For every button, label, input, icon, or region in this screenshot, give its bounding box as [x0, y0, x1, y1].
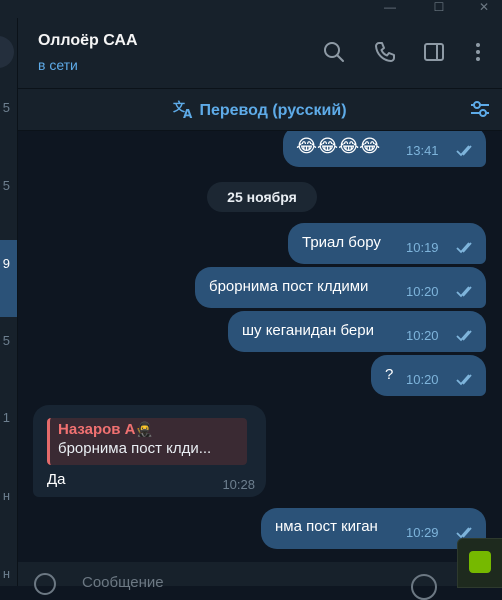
chat-list-counter: 5: [2, 100, 10, 115]
message-bubble-out[interactable]: Триал бору 10:19: [288, 223, 486, 264]
chat-list-counter: 9: [2, 256, 10, 271]
translate-settings-icon[interactable]: [468, 97, 492, 121]
message-time: 10:19: [406, 240, 439, 255]
read-ticks-icon: [456, 145, 472, 157]
message-time: 10:29: [406, 525, 439, 540]
message-text: Да: [47, 471, 66, 488]
read-ticks-icon: [456, 242, 472, 254]
message-text: брорнима пост клдими: [209, 278, 369, 295]
reply-preview[interactable]: Назаров А🥷 брорнима пост клди...: [47, 418, 247, 465]
sidebar-toggle-icon[interactable]: [422, 40, 446, 64]
message-input-bar[interactable]: Сообщение: [18, 562, 502, 600]
translate-label[interactable]: Перевод (русский): [199, 102, 346, 119]
message-bubble-out[interactable]: нма пост киган 10:29: [261, 508, 486, 549]
message-text: нма пост киган: [275, 518, 378, 535]
chat-title[interactable]: Оллоёр САА: [38, 32, 138, 50]
avatar: [0, 36, 14, 68]
message-text: Триал бору: [302, 234, 381, 251]
translate-icon: 文A: [173, 99, 195, 124]
nvidia-logo-icon: [469, 551, 491, 573]
message-text: 😂😂😂😂: [296, 136, 381, 156]
search-icon[interactable]: [322, 40, 346, 64]
more-options-icon[interactable]: [466, 40, 490, 64]
chat-list-counter: 1: [2, 410, 10, 425]
overlay-widget[interactable]: [457, 538, 502, 588]
chat-list-counter: 5: [2, 178, 10, 193]
date-separator: 25 ноября: [207, 182, 317, 212]
message-time: 10:28: [222, 477, 255, 492]
message-time: 10:20: [406, 372, 439, 387]
window-titlebar: — ☐ ✕: [17, 0, 502, 18]
message-input[interactable]: Сообщение: [82, 574, 164, 591]
message-bubble-out[interactable]: ? 10:20: [371, 355, 486, 396]
selected-chat-highlight: [0, 240, 17, 317]
chat-list-counter: н: [2, 566, 10, 581]
read-ticks-icon: [456, 527, 472, 539]
chat-list-counter: н: [2, 488, 10, 503]
read-ticks-icon: [456, 330, 472, 342]
phone-icon[interactable]: [373, 40, 397, 64]
emoji-icon[interactable]: [411, 574, 437, 600]
online-status: в сети: [38, 57, 78, 73]
message-text: шу кеганидан бери: [242, 322, 374, 339]
message-time: 10:20: [406, 328, 439, 343]
ninja-emoji-icon: 🥷: [135, 421, 153, 437]
minimize-button[interactable]: —: [375, 0, 405, 14]
close-button[interactable]: ✕: [469, 0, 499, 14]
chat-list-edge[interactable]: 5 5 9 5 1 н н: [0, 0, 18, 586]
message-bubble-out[interactable]: шу кеганидан бери 10:20: [228, 311, 486, 352]
translate-bar[interactable]: 文A Перевод (русский): [18, 89, 502, 131]
attach-icon[interactable]: [34, 573, 56, 595]
maximize-button[interactable]: ☐: [424, 0, 454, 14]
read-ticks-icon: [456, 374, 472, 386]
reply-author: Назаров А🥷: [58, 421, 153, 438]
message-time: 10:20: [406, 284, 439, 299]
message-bubble-out[interactable]: брорнима пост клдими 10:20: [195, 267, 486, 308]
chat-header[interactable]: Оллоёр САА в сети: [18, 18, 502, 89]
message-text: ?: [385, 366, 394, 383]
message-bubble-out[interactable]: 😂😂😂😂 13:41: [283, 131, 486, 167]
message-list[interactable]: 😂😂😂😂 13:41 25 ноября Триал бору 10:19 бр…: [18, 131, 502, 562]
svg-text:A: A: [183, 107, 193, 119]
message-time: 13:41: [406, 143, 439, 158]
read-ticks-icon: [456, 286, 472, 298]
chat-list-counter: 5: [2, 333, 10, 348]
message-bubble-in[interactable]: Назаров А🥷 брорнима пост клди... Да 10:2…: [33, 405, 266, 497]
reply-text: брорнима пост клди...: [58, 440, 212, 457]
